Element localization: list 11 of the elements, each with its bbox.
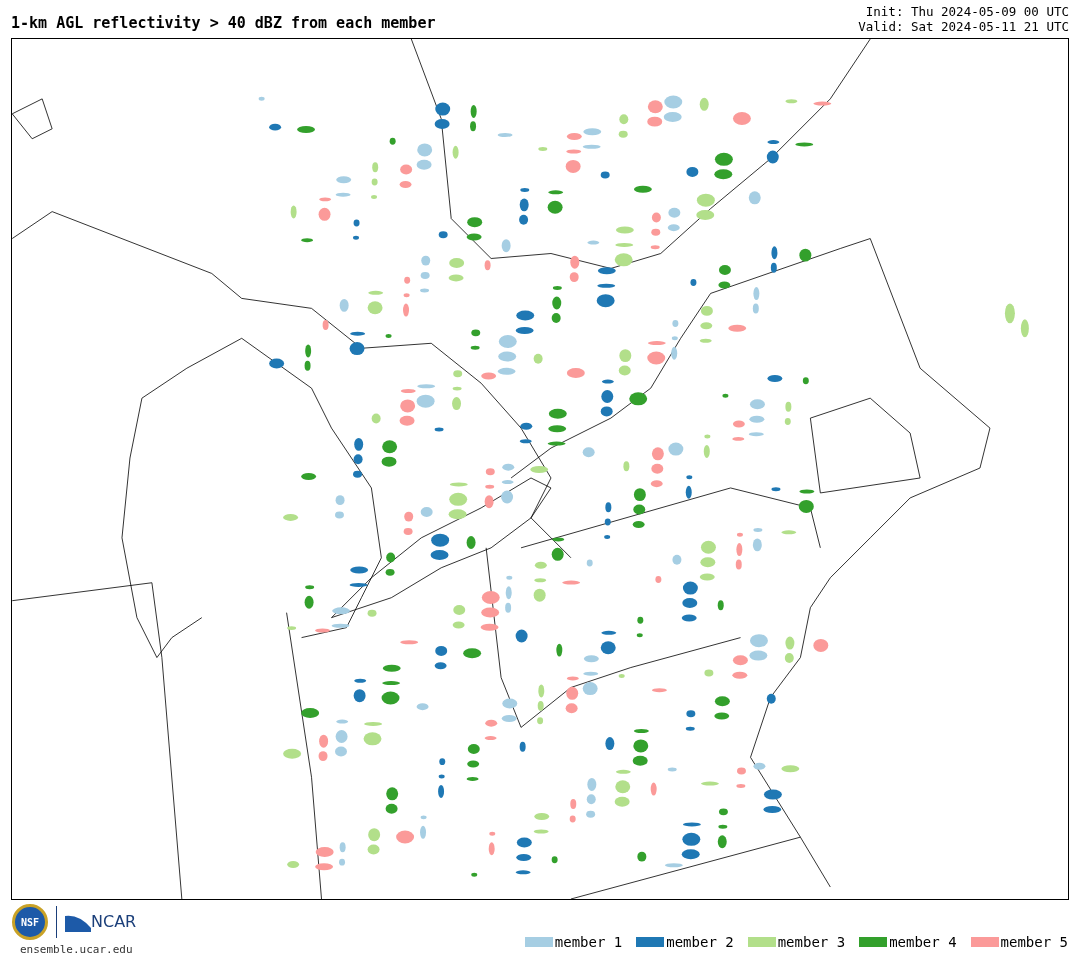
nsf-logo: NSF <box>12 904 48 940</box>
ncar-logo-text: NCAR <box>91 911 137 933</box>
init-time: Init: Thu 2024-05-09 00 UTC <box>865 4 1069 19</box>
valid-time: Valid: Sat 2024-05-11 21 UTC <box>858 19 1069 34</box>
legend-label: member 2 <box>666 932 734 952</box>
site-url: ensemble.ucar.edu <box>20 942 133 958</box>
legend-label: member 4 <box>889 932 957 952</box>
map-title: 1-km AGL reflectivity > 40 dBZ from each member <box>11 12 436 34</box>
legend-label: member 3 <box>777 932 846 952</box>
legend-label: member 1 <box>554 932 623 952</box>
legend-label: member 5 <box>1000 932 1068 952</box>
